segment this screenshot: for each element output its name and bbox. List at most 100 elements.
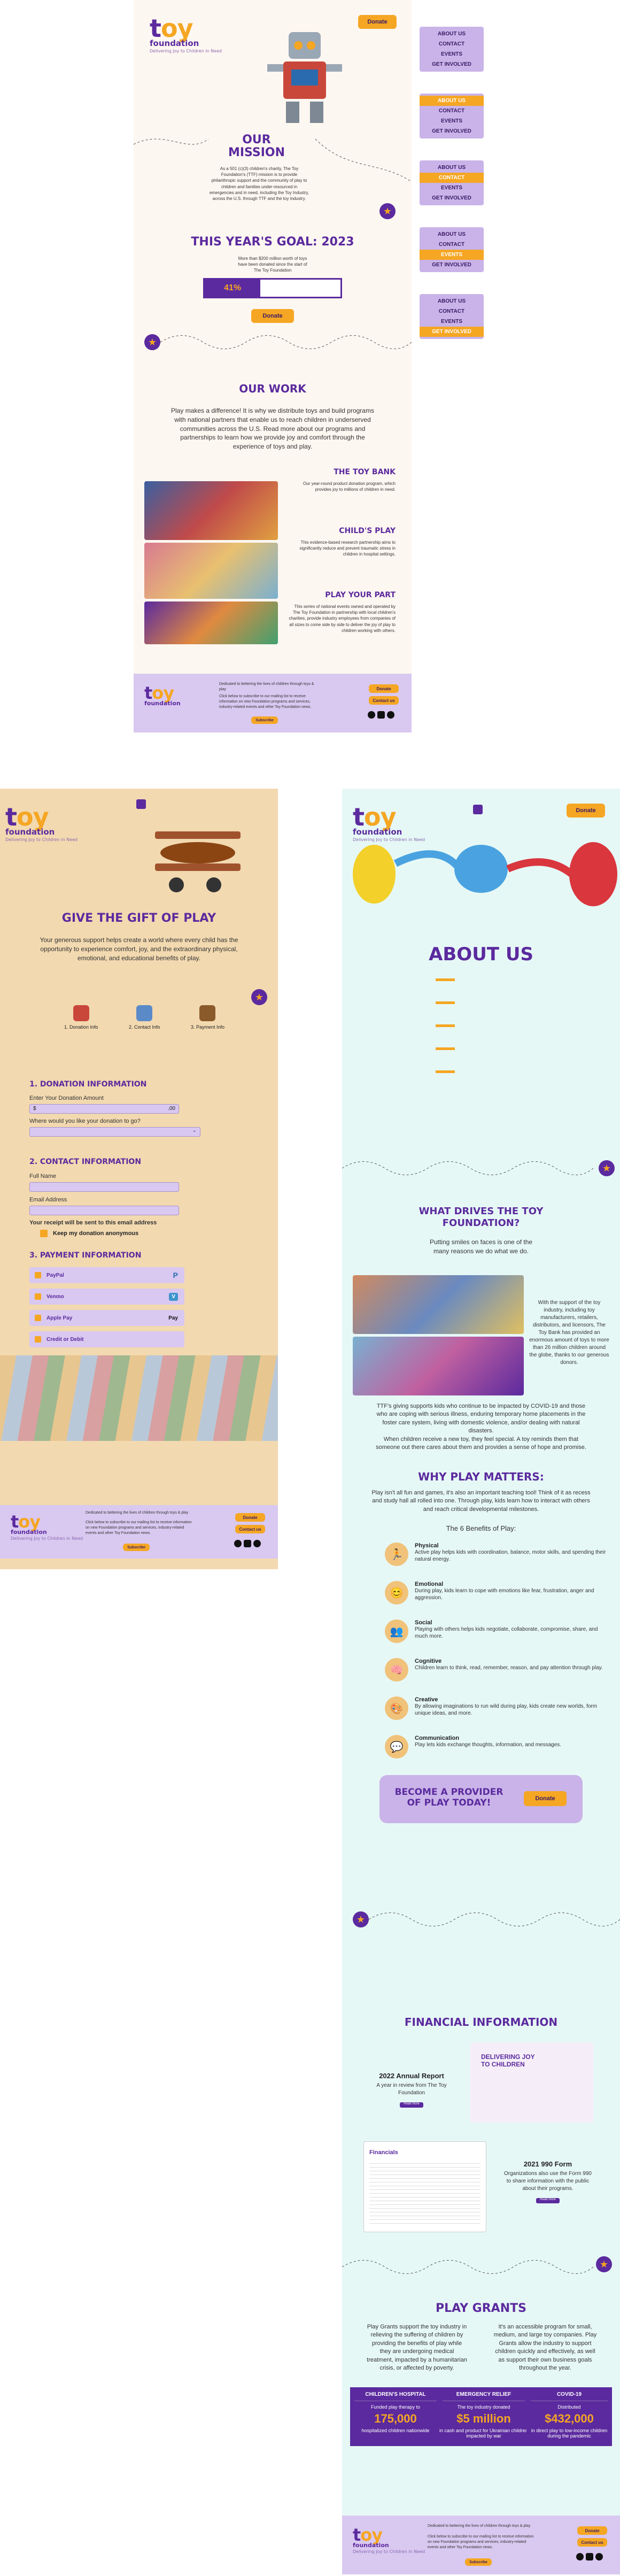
dashed-divider: [368, 1912, 620, 1926]
twitter-icon[interactable]: [595, 2553, 603, 2560]
nav-item-get-involved[interactable]: GET INVOLVED: [420, 327, 484, 337]
form-990-button[interactable]: Read more: [536, 2198, 560, 2203]
donate-button[interactable]: Donate: [358, 15, 397, 29]
nav-item-events[interactable]: EVENTS: [420, 183, 484, 193]
provider-donate-button[interactable]: Donate: [524, 1791, 567, 1806]
instagram-icon[interactable]: [586, 2553, 593, 2560]
anonymous-checkbox[interactable]: [40, 1230, 48, 1237]
logo[interactable]: toy foundation Delivering Joy to Childre…: [5, 805, 78, 842]
footer-text: Dedicated to bettering the lives of chil…: [219, 682, 314, 691]
nav-item-about-us[interactable]: ABOUT US: [420, 229, 484, 240]
footer-subscribe-button[interactable]: Subscribe: [123, 1544, 150, 1551]
footer-logo[interactable]: toy foundation: [144, 684, 181, 706]
nav-item-contact[interactable]: CONTACT: [420, 306, 484, 317]
benefit-name: Emotional: [415, 1581, 444, 1587]
nav-item-about-us[interactable]: ABOUT US: [420, 296, 484, 306]
benefit-name: Cognitive: [415, 1658, 442, 1664]
benefit-cognitive: 🧠 Cognitive Children learn to think, read,…: [385, 1658, 609, 1682]
benefit-emotional: 😊 Emotional During play, kids learn to cop…: [385, 1581, 609, 1605]
nav-item-contact[interactable]: CONTACT: [420, 240, 484, 250]
email-input[interactable]: [29, 1206, 179, 1215]
benefit-icon: 💬: [385, 1735, 408, 1759]
benefit-icon: 🏃: [385, 1542, 408, 1566]
nav-item-get-involved[interactable]: GET INVOLVED: [420, 59, 484, 70]
nav-item-events[interactable]: EVENTS: [420, 250, 484, 260]
footer-logo[interactable]: toy foundation Delivering Joy to Childre…: [353, 2526, 425, 2554]
about-bullet[interactable]: [436, 1070, 455, 1073]
financial-title: FINANCIAL INFORMATION: [404, 2016, 558, 2029]
about-bullet[interactable]: [436, 1024, 455, 1027]
logo[interactable]: toy foundation Delivering Joy to Childre…: [150, 16, 222, 53]
nav-item-events[interactable]: EVENTS: [420, 49, 484, 59]
nav-menu: ABOUT US CONTACT EVENTS GET INVOLVED: [420, 94, 484, 138]
credit-debit-checkbox[interactable]: [35, 1336, 41, 1343]
nav-item-contact[interactable]: CONTACT: [420, 39, 484, 49]
nav-item-get-involved[interactable]: GET INVOLVED: [420, 126, 484, 136]
footer-subscribe-button[interactable]: Subscribe: [251, 716, 278, 724]
instagram-icon[interactable]: [377, 711, 385, 719]
donate-button[interactable]: Donate: [567, 804, 605, 817]
goal-donate-button[interactable]: Donate: [251, 309, 294, 323]
section-contact-info: 2. CONTACT INFORMATION: [29, 1158, 142, 1166]
twitter-icon[interactable]: [387, 711, 394, 719]
nav-item-about-us[interactable]: ABOUT US: [420, 163, 484, 173]
facebook-icon[interactable]: [576, 2553, 584, 2560]
donation-amount-input[interactable]: $ .00: [29, 1104, 179, 1114]
nav-item-events[interactable]: EVENTS: [420, 317, 484, 327]
about-title: ABOUT US: [429, 944, 533, 965]
goal-progress-fill: 41%: [205, 280, 261, 297]
payment-venmo[interactable]: Venmo V: [29, 1289, 184, 1305]
venmo-checkbox[interactable]: [35, 1293, 41, 1300]
goal-text: More than $200 million worth of toys hav…: [238, 256, 307, 273]
footer-contact-button[interactable]: Contact us: [577, 2538, 607, 2547]
menu-icon[interactable]: [473, 805, 483, 814]
program-toy-bank: THE TOY BANK Our year-round product dona…: [303, 468, 396, 492]
twitter-icon[interactable]: [253, 1540, 261, 1547]
footer-donate-button[interactable]: Donate: [235, 1513, 265, 1522]
footer-contact-button[interactable]: Contact us: [235, 1525, 265, 1533]
payment-paypal[interactable]: PayPal P: [29, 1267, 184, 1283]
benefit-icon: 👥: [385, 1619, 408, 1643]
footer-logo[interactable]: toy foundation Delivering Joy to Childre…: [11, 1513, 83, 1541]
payment-apple-pay[interactable]: Apple Pay Pay: [29, 1310, 184, 1326]
payment-credit-debit[interactable]: Credit or Debit: [29, 1331, 184, 1347]
anonymous-checkbox-row[interactable]: Keep my donation anonymous: [40, 1230, 138, 1237]
about-bullet[interactable]: [436, 978, 455, 981]
nav-item-events[interactable]: EVENTS: [420, 116, 484, 126]
facebook-icon[interactable]: [368, 711, 375, 719]
about-bullet[interactable]: [436, 1047, 455, 1050]
nav-item-contact[interactable]: CONTACT: [420, 106, 484, 116]
nav-item-about-us[interactable]: ABOUT US: [420, 96, 484, 106]
instagram-icon[interactable]: [244, 1540, 251, 1547]
nav-item-get-involved[interactable]: GET INVOLVED: [420, 260, 484, 270]
footer-text: Dedicated to bettering the lives of chil…: [428, 2524, 531, 2528]
footer-subscribe-button[interactable]: Subscribe: [465, 2558, 492, 2566]
facebook-icon[interactable]: [234, 1540, 242, 1547]
apple-pay-checkbox[interactable]: [35, 1315, 41, 1321]
about-bullet[interactable]: [436, 1001, 455, 1004]
benefit-text: Play lets kids exchange thoughts, inform…: [415, 1742, 562, 1748]
where-label: Where would you like your donation to go…: [29, 1118, 141, 1124]
donation-destination-select[interactable]: ⌄: [29, 1127, 200, 1137]
grant-childrens-hospital: CHILDREN'S HOSPITAL Funded play therapy t…: [350, 2387, 441, 2446]
provider-banner: BECOME A PROVIDER OF PLAY TODAY! Donate: [379, 1775, 583, 1823]
nav-item-contact[interactable]: CONTACT: [420, 173, 484, 183]
grants-title: PLAY GRANTS: [436, 2302, 526, 2315]
photo-toy-bank: [144, 481, 278, 540]
nav-item-about-us[interactable]: ABOUT US: [420, 29, 484, 39]
toy-blocks-decoration: [0, 1355, 278, 1441]
star-badge-icon: ★: [251, 989, 267, 1005]
full-name-input[interactable]: [29, 1182, 179, 1192]
annual-report-button[interactable]: Read more: [400, 2102, 423, 2108]
home-page: toy foundation Delivering Joy to Childre…: [134, 0, 412, 732]
goal-progress-bar: 41%: [203, 278, 342, 298]
footer-text: Dedicated to bettering the lives of chil…: [86, 1511, 189, 1515]
footer-contact-button[interactable]: Contact us: [369, 696, 399, 705]
menu-icon[interactable]: [136, 799, 146, 809]
footer-donate-button[interactable]: Donate: [577, 2526, 607, 2535]
benefit-creative: 🎨 Creative By allowing imaginations to run…: [385, 1696, 609, 1720]
apple-pay-icon: Pay: [168, 1315, 178, 1321]
nav-item-get-involved[interactable]: GET INVOLVED: [420, 193, 484, 203]
paypal-checkbox[interactable]: [35, 1272, 41, 1278]
footer-donate-button[interactable]: Donate: [369, 684, 399, 693]
